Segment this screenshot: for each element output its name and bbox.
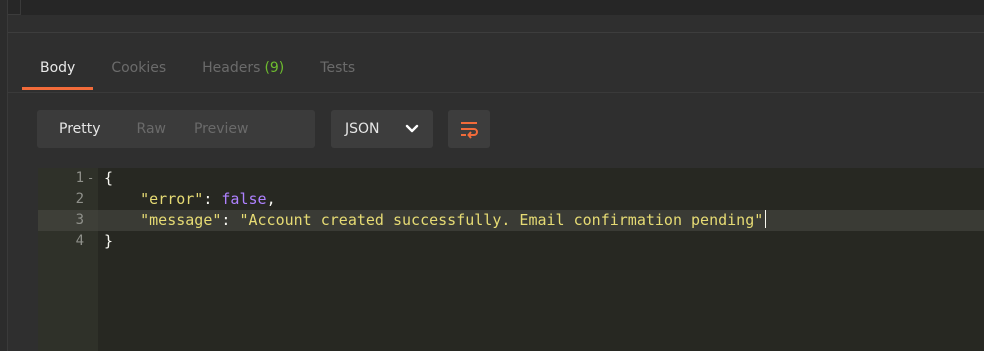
- raw-button[interactable]: Raw: [123, 110, 180, 148]
- text-cursor: [765, 210, 767, 228]
- json-value: false: [221, 190, 267, 208]
- left-border: [0, 0, 8, 351]
- code-line: 2 "error": false,: [38, 189, 984, 210]
- json-key: "message": [140, 211, 222, 229]
- wrap-lines-button[interactable]: [448, 110, 490, 148]
- response-editor[interactable]: 1 - { 2 "error": false, "message": "Acco…: [38, 168, 984, 351]
- divider: [8, 32, 984, 33]
- code-text: {: [104, 169, 114, 187]
- tabs-underline: [8, 92, 984, 93]
- code-text: }: [104, 232, 114, 250]
- pretty-button[interactable]: Pretty: [37, 110, 123, 148]
- response-tabs: Body Cookies Headers (9) Tests: [22, 54, 373, 94]
- line-number: 2: [75, 191, 84, 207]
- upper-pane: [8, 0, 984, 15]
- line-number: 4: [75, 233, 84, 249]
- code-line: 1 - {: [38, 168, 984, 189]
- json-value: "Account created successfully. Email con…: [239, 211, 764, 229]
- code-line-active: "message": "Account created successfully…: [98, 210, 984, 231]
- wrap-lines-icon: [461, 122, 478, 139]
- preview-button[interactable]: Preview: [180, 110, 263, 148]
- code-line: 4 }: [38, 231, 984, 252]
- json-key: "error": [140, 190, 204, 208]
- tab-label: Cookies: [111, 60, 167, 76]
- tab-headers[interactable]: Headers (9): [184, 54, 302, 90]
- headers-count-badge: (9): [264, 60, 285, 76]
- tab-cookies[interactable]: Cookies: [93, 54, 184, 90]
- response-panel: Body Cookies Headers (9) Tests Pretty Raw…: [0, 0, 984, 351]
- code-line-number-row: 3: [38, 210, 98, 231]
- tab-tests[interactable]: Tests: [302, 54, 373, 90]
- tab-label: Headers: [202, 60, 261, 76]
- fold-toggle-icon[interactable]: -: [87, 168, 94, 189]
- line-number: 1: [75, 170, 84, 186]
- line-number: 3: [75, 212, 84, 228]
- chevron-down-icon: [405, 124, 419, 133]
- tab-body[interactable]: Body: [22, 54, 94, 90]
- tab-label: Tests: [320, 60, 356, 76]
- tab-label: Body: [40, 60, 76, 76]
- format-select-value: JSON: [345, 121, 380, 137]
- format-select[interactable]: JSON: [331, 110, 433, 148]
- view-mode-group: Pretty Raw Preview: [37, 110, 315, 148]
